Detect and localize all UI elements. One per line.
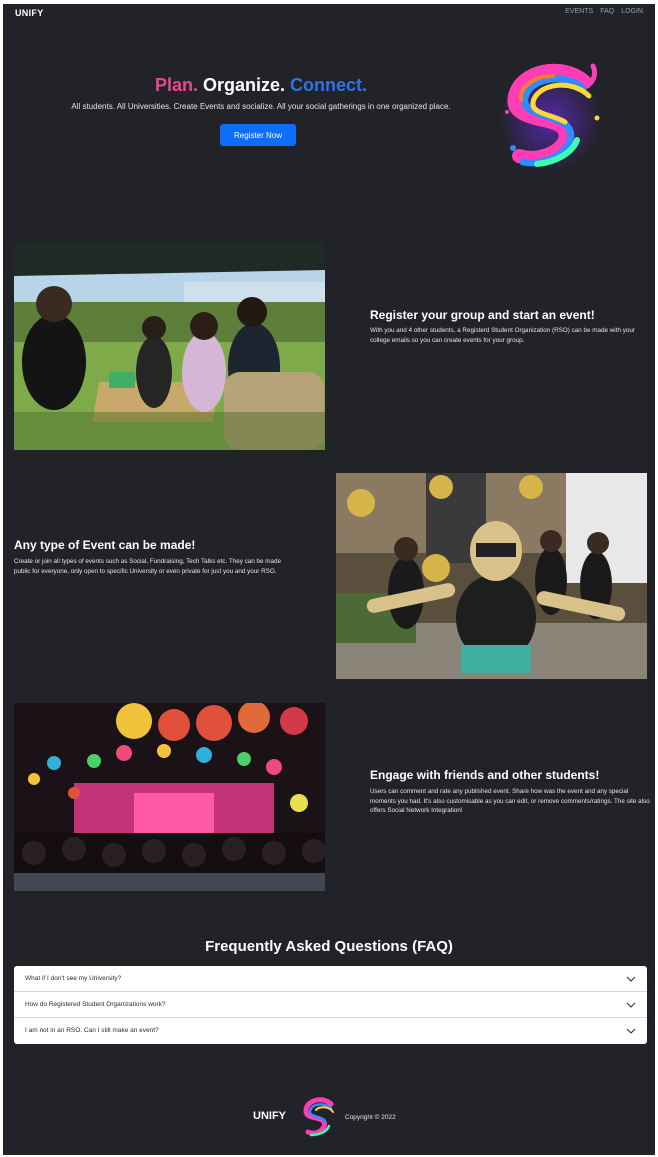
nav-link-events[interactable]: EVENTS	[565, 8, 593, 15]
feature-text-event-types: Create or join all types of events such …	[14, 558, 282, 575]
faq-question: I am not in an RSO. Can I still make an …	[25, 1027, 159, 1034]
faq-item-university[interactable]: What if I don't see my University?	[14, 966, 647, 992]
page: UNIFY EVENTS FAQ LOGIN Plan. Organize. C…	[3, 4, 655, 1155]
faq-item-rso-work[interactable]: How do Registered Student Organizations …	[14, 992, 647, 1018]
footer-copyright: Copyright © 2022	[345, 1114, 396, 1121]
hero-title-connect: Connect.	[290, 75, 368, 95]
chevron-down-icon	[626, 976, 636, 982]
feature-text-register: With you and 4 other students, a Registe…	[370, 327, 635, 344]
nav-brand[interactable]: UNIFY	[15, 8, 44, 18]
faq-title: Frequently Asked Questions (FAQ)	[205, 938, 453, 955]
hero-title-organize: Organize.	[202, 75, 286, 95]
feature-heading-event-types: Any type of Event can be made!	[14, 538, 196, 552]
faq-accordion: What if I don't see my University? How d…	[14, 966, 647, 1044]
chevron-down-icon	[626, 1002, 636, 1008]
feature-photo-concert-crowd	[14, 703, 325, 891]
footer-swirl-logo-icon	[299, 1094, 341, 1140]
feature-photo-students-booth	[14, 242, 325, 450]
nav-link-faq[interactable]: FAQ	[600, 8, 614, 15]
hero-title: Plan. Organize. Connect.	[3, 75, 519, 96]
feature-heading-engage: Engage with friends and other students!	[370, 768, 600, 782]
faq-question: How do Registered Student Organizations …	[25, 1001, 166, 1008]
feature-heading-register: Register your group and start an event!	[370, 308, 595, 322]
footer-brand: UNIFY	[253, 1110, 286, 1122]
register-now-button[interactable]: Register Now	[220, 124, 296, 146]
nav-link-login[interactable]: LOGIN	[621, 8, 643, 15]
feature-text-engage: Users can comment and rate any published…	[370, 788, 650, 814]
hero-subtitle: All students. All Universities. Create E…	[71, 102, 451, 111]
faq-question: What if I don't see my University?	[25, 975, 122, 982]
faq-item-no-rso[interactable]: I am not in an RSO. Can I still make an …	[14, 1018, 647, 1044]
navbar: UNIFY EVENTS FAQ LOGIN	[3, 4, 655, 22]
feature-photo-mascot-cheerleaders	[336, 473, 647, 679]
hero-title-plan: Plan.	[154, 75, 198, 95]
chevron-down-icon	[626, 1028, 636, 1034]
nav-links: EVENTS FAQ LOGIN	[565, 8, 643, 15]
colorful-swirl-logo-icon	[493, 52, 611, 184]
